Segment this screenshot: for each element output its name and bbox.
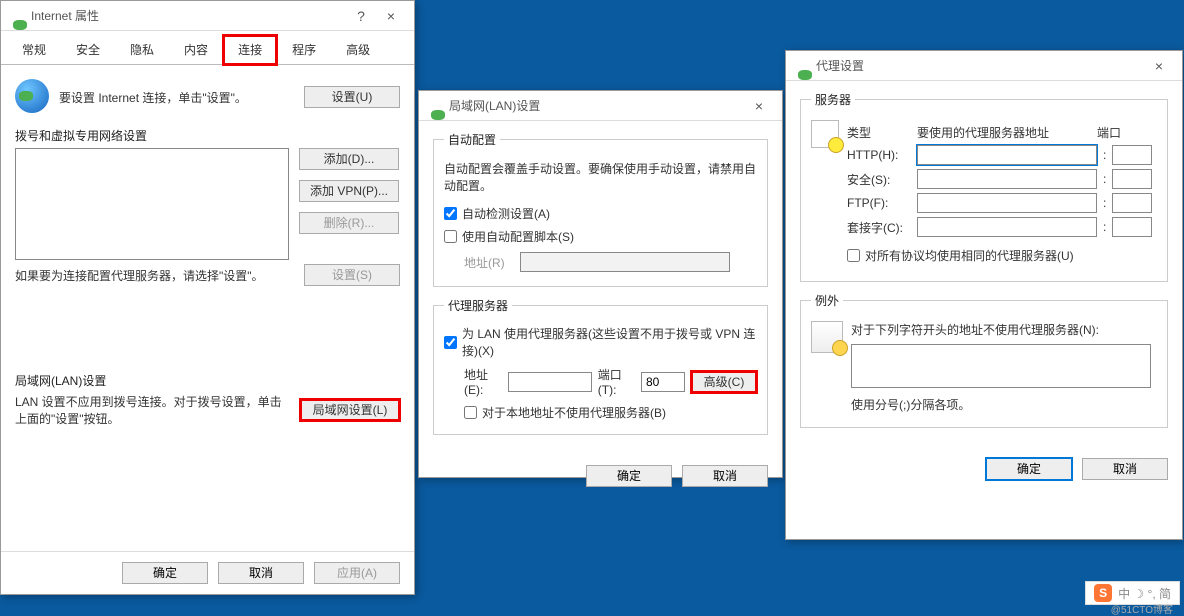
tab-content[interactable]: 内容	[169, 35, 223, 64]
tab-privacy[interactable]: 隐私	[115, 35, 169, 64]
exceptions-legend: 例外	[811, 292, 843, 309]
http-port-input[interactable]	[1112, 145, 1152, 165]
proxy-settings-dialog: 代理设置 × 服务器 类型 要使用的代理服务器地址 端口 HTTP(H):: 安…	[785, 50, 1183, 540]
cancel-button[interactable]: 取消	[218, 562, 304, 584]
settings-button: 设置(S)	[304, 264, 400, 286]
auto-config-legend: 自动配置	[444, 131, 500, 148]
use-script-checkbox[interactable]: 使用自动配置脚本(S)	[444, 228, 574, 245]
lan-settings-button[interactable]: 局域网设置(L)	[300, 399, 400, 421]
titlebar: Internet 属性 ? ×	[1, 1, 414, 31]
close-button[interactable]: ×	[376, 8, 406, 24]
advanced-button[interactable]: 高级(C)	[691, 371, 757, 393]
secure-addr-input[interactable]	[917, 169, 1097, 189]
servers-group: 服务器 类型 要使用的代理服务器地址 端口 HTTP(H):: 安全(S):: …	[800, 91, 1168, 282]
proxy-hint: 如果要为连接配置代理服务器，请选择"设置"。	[15, 267, 304, 284]
add-button[interactable]: 添加(D)...	[299, 148, 399, 170]
auto-config-group: 自动配置 自动配置会覆盖手动设置。要确保使用手动设置，请禁用自动配置。 自动检测…	[433, 131, 768, 287]
dial-group-label: 拨号和虚拟专用网络设置	[15, 127, 400, 144]
lan-settings-dialog: 局域网(LAN)设置 × 自动配置 自动配置会覆盖手动设置。要确保使用手动设置，…	[418, 90, 783, 478]
hdr-type: 类型	[847, 124, 917, 141]
tabstrip: 常规 安全 隐私 内容 连接 程序 高级	[1, 31, 414, 65]
addr-r-label: 地址(R)	[464, 254, 520, 271]
close-button[interactable]: ×	[1144, 58, 1174, 74]
ok-button[interactable]: 确定	[586, 465, 672, 487]
lan-group-label: 局域网(LAN)设置	[15, 372, 400, 389]
tab-programs[interactable]: 程序	[277, 35, 331, 64]
close-button[interactable]: ×	[744, 98, 774, 114]
hdr-addr: 要使用的代理服务器地址	[917, 124, 1097, 141]
except-note: 使用分号(;)分隔各项。	[851, 396, 1157, 413]
internet-icon	[794, 58, 810, 74]
watermark: S 中 ☽ °, 简 @51CTO博客	[1085, 581, 1180, 605]
watermark-text: 中 ☽ °, 简	[1118, 585, 1171, 602]
proxy-port-input[interactable]	[641, 372, 685, 392]
servers-legend: 服务器	[811, 91, 855, 108]
proxy-addr-input[interactable]	[508, 372, 592, 392]
use-proxy-checkbox[interactable]: 为 LAN 使用代理服务器(这些设置不用于拨号或 VPN 连接)(X)	[444, 325, 757, 359]
secure-label: 安全(S):	[847, 171, 917, 188]
addr-e-label: 地址(E):	[464, 366, 502, 397]
socks-label: 套接字(C):	[847, 219, 917, 236]
internet-icon	[9, 8, 25, 24]
secure-port-input[interactable]	[1112, 169, 1152, 189]
tab-security[interactable]: 安全	[61, 35, 115, 64]
proxy-group: 代理服务器 为 LAN 使用代理服务器(这些设置不用于拨号或 VPN 连接)(X…	[433, 297, 768, 435]
tab-advanced[interactable]: 高级	[331, 35, 385, 64]
remove-button: 删除(R)...	[299, 212, 399, 234]
intro-text: 要设置 Internet 连接，单击"设置"。	[59, 89, 304, 106]
tab-general[interactable]: 常规	[7, 35, 61, 64]
bypass-local-checkbox[interactable]: 对于本地地址不使用代理服务器(B)	[464, 404, 666, 421]
help-button[interactable]: ?	[346, 8, 376, 24]
ok-button[interactable]: 确定	[122, 562, 208, 584]
setup-button[interactable]: 设置(U)	[304, 86, 400, 108]
ftp-label: FTP(F):	[847, 196, 917, 210]
hdr-port: 端口	[1097, 124, 1121, 141]
proxy-legend: 代理服务器	[444, 297, 512, 314]
port-t-label: 端口(T):	[598, 366, 635, 397]
title-text: 局域网(LAN)设置	[449, 97, 540, 114]
ftp-addr-input[interactable]	[917, 193, 1097, 213]
page-icon	[811, 321, 843, 353]
exceptions-group: 例外 对于下列字符开头的地址不使用代理服务器(N): 使用分号(;)分隔各项。	[800, 292, 1168, 428]
socks-port-input[interactable]	[1112, 217, 1152, 237]
script-addr-input	[520, 252, 730, 272]
cancel-button[interactable]: 取消	[1082, 458, 1168, 480]
ok-button[interactable]: 确定	[986, 458, 1072, 480]
watermark-icon: S	[1094, 584, 1112, 602]
apply-button: 应用(A)	[314, 562, 400, 584]
auto-detect-checkbox[interactable]: 自动检测设置(A)	[444, 205, 550, 222]
cancel-button[interactable]: 取消	[682, 465, 768, 487]
socks-addr-input[interactable]	[917, 217, 1097, 237]
ftp-port-input[interactable]	[1112, 193, 1152, 213]
same-proxy-checkbox[interactable]: 对所有协议均使用相同的代理服务器(U)	[847, 247, 1074, 264]
titlebar: 代理设置 ×	[786, 51, 1182, 81]
http-addr-input[interactable]	[917, 145, 1097, 165]
http-label: HTTP(H):	[847, 148, 917, 162]
auto-hint: 自动配置会覆盖手动设置。要确保使用手动设置，请禁用自动配置。	[444, 160, 757, 194]
internet-properties-dialog: Internet 属性 ? × 常规 安全 隐私 内容 连接 程序 高级 要设置…	[0, 0, 415, 595]
lan-hint: LAN 设置不应用到拨号连接。对于拨号设置，单击上面的"设置"按钮。	[15, 393, 300, 427]
exceptions-textarea[interactable]	[851, 344, 1151, 388]
server-icon	[811, 120, 839, 148]
titlebar: 局域网(LAN)设置 ×	[419, 91, 782, 121]
tab-connections[interactable]: 连接	[223, 35, 277, 65]
title-text: 代理设置	[816, 57, 864, 74]
dial-listbox[interactable]	[15, 148, 289, 260]
title-text: Internet 属性	[31, 7, 99, 24]
internet-icon	[427, 98, 443, 114]
globe-icon	[15, 79, 51, 115]
add-vpn-button[interactable]: 添加 VPN(P)...	[299, 180, 399, 202]
except-hint: 对于下列字符开头的地址不使用代理服务器(N):	[851, 321, 1157, 338]
